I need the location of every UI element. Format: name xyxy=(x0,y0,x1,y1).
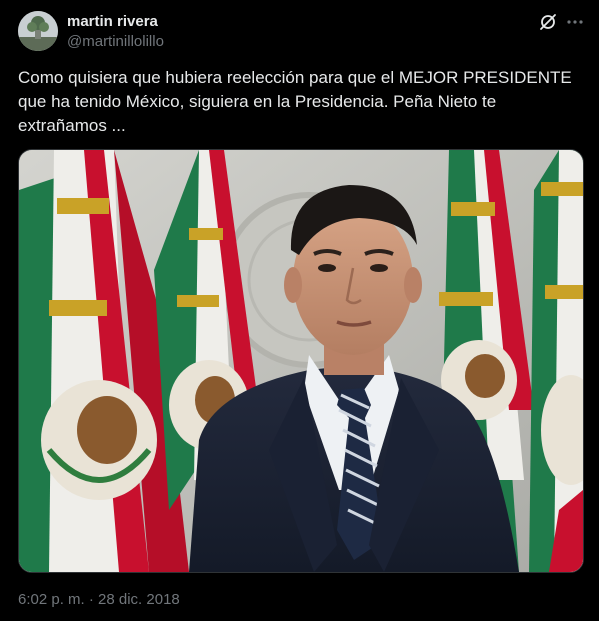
post-timestamp[interactable]: 6:02 p. m. · 28 dic. 2018 xyxy=(18,591,180,609)
author-name[interactable]: martin rivera xyxy=(67,13,158,31)
post-photo xyxy=(19,150,583,572)
avatar-image xyxy=(18,11,58,51)
author-avatar[interactable] xyxy=(18,11,58,51)
post-text: Como quisiera que hubiera reelección par… xyxy=(18,68,572,135)
grok-icon[interactable] xyxy=(538,12,558,32)
post-image[interactable] xyxy=(18,149,584,573)
author-handle[interactable]: @martinillolillo xyxy=(67,33,164,51)
tweet: martin rivera @martinillolillo Como quis… xyxy=(0,0,599,621)
more-options-icon[interactable] xyxy=(565,12,585,32)
